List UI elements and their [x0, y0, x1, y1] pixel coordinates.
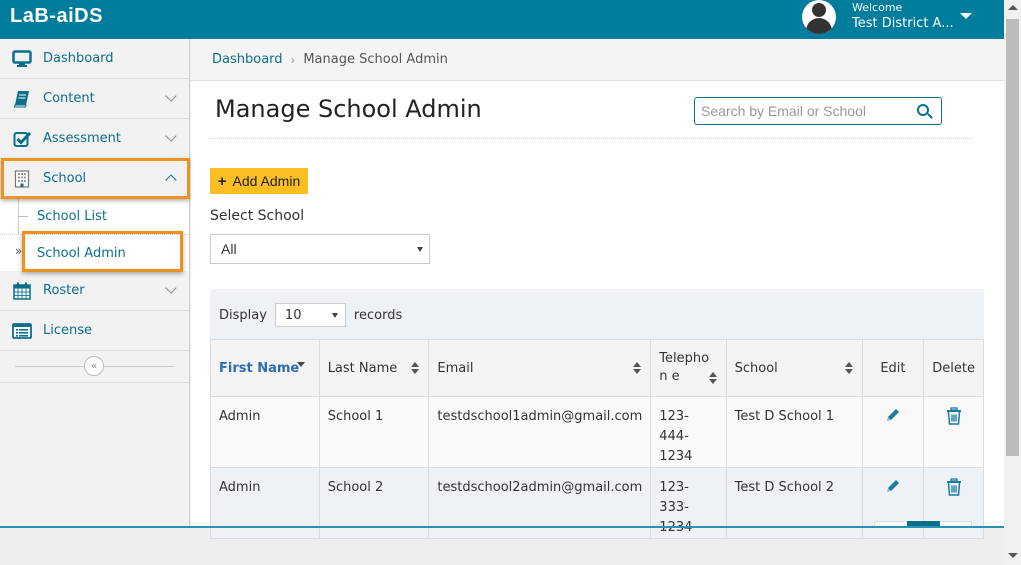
scroll-down-arrow-icon[interactable] — [1008, 553, 1018, 558]
search-icon[interactable] — [917, 104, 929, 116]
school-select[interactable]: All — [210, 234, 430, 264]
add-admin-label: Add Admin — [232, 173, 301, 189]
double-chevron-right-icon: » — [15, 244, 23, 258]
sidebar-subitem-label: School Admin — [37, 245, 126, 261]
sidebar-item-label: School — [43, 171, 87, 186]
cell-last-name: School 1 — [318, 396, 430, 468]
sidebar-item-label: Roster — [43, 283, 85, 298]
welcome-label: Welcome — [852, 1, 903, 14]
sidebar-item-license[interactable]: License — [0, 311, 189, 351]
admin-table: First Name Last Name Email Telephon e Sc… — [210, 339, 984, 539]
search-input[interactable] — [695, 98, 905, 124]
page-length-select[interactable]: 10 — [274, 303, 346, 327]
monitor-icon — [12, 49, 32, 68]
cell-edit — [861, 396, 925, 468]
sort-icon — [844, 362, 853, 374]
sidebar-item-label: Content — [43, 91, 95, 106]
page-length-value: 10 — [284, 307, 302, 323]
sidebar-item-label: Assessment — [43, 131, 121, 146]
cell-email: testdschool1admin@gmail.com — [428, 396, 652, 468]
scroll-up-arrow-icon[interactable] — [1008, 5, 1018, 10]
page-length-control: Display 10 records — [219, 303, 402, 327]
cell-delete — [923, 396, 984, 468]
pencil-icon[interactable] — [885, 407, 901, 430]
admin-table-panel: Display 10 records First Name Last Name … — [210, 289, 984, 539]
cell-first-name: Admin — [210, 396, 320, 468]
logo-text-suffix: iDS — [68, 5, 103, 27]
column-header-edit: Edit — [861, 339, 925, 397]
sidebar-item-roster[interactable]: Roster — [0, 271, 189, 311]
column-header-last-name[interactable]: Last Name — [318, 339, 430, 397]
trash-icon[interactable] — [946, 407, 962, 432]
user-name: Test District A... — [852, 16, 954, 31]
chevron-down-icon — [165, 130, 177, 142]
checkbox-icon — [12, 130, 32, 148]
column-header-email[interactable]: Email — [428, 339, 652, 397]
sort-desc-icon — [296, 362, 305, 367]
calendar-icon — [12, 282, 32, 300]
pencil-icon[interactable] — [885, 478, 901, 501]
cell-telephone: 123-444-1234 — [650, 396, 727, 468]
column-header-delete: Delete — [923, 339, 984, 397]
sort-icon — [633, 362, 642, 374]
sidebar: Dashboard Content Assessment School Scho… — [0, 39, 200, 526]
sort-icon — [708, 372, 717, 384]
chevron-down-icon — [165, 282, 177, 294]
lab-aids-logo[interactable]: LaB-aiDS — [10, 5, 103, 28]
trash-icon[interactable] — [946, 478, 962, 503]
chevron-up-icon — [165, 174, 177, 186]
add-admin-button[interactable]: + Add Admin — [210, 168, 308, 194]
search-box — [694, 97, 942, 125]
sidebar-item-school[interactable]: School — [0, 159, 189, 199]
top-header: LaB-aiDS Welcome Test District A... — [0, 0, 1004, 39]
sidebar-item-dashboard[interactable]: Dashboard — [0, 39, 189, 79]
main-content: Dashboard › Manage School Admin Manage S… — [191, 39, 1004, 539]
breadcrumb-current: Manage School Admin — [303, 52, 448, 67]
breadcrumb: Dashboard › Manage School Admin — [191, 39, 1004, 81]
school-select-value: All — [221, 241, 237, 257]
page-title: Manage School Admin — [215, 95, 482, 123]
column-header-telephone[interactable]: Telephon e — [650, 339, 727, 397]
sidebar-subitem-school-list[interactable]: School List — [0, 199, 189, 235]
breadcrumb-dashboard-link[interactable]: Dashboard — [212, 52, 283, 67]
records-label: records — [353, 307, 403, 323]
sidebar-item-assessment[interactable]: Assessment — [0, 119, 189, 159]
sidebar-subitem-school-admin[interactable]: » School Admin — [0, 235, 200, 271]
caret-down-icon[interactable] — [960, 13, 972, 19]
column-header-first-name[interactable]: First Name — [210, 339, 320, 397]
plus-icon: + — [217, 172, 227, 190]
sidebar-item-content[interactable]: Content — [0, 79, 189, 119]
user-menu[interactable]: Welcome Test District A... — [800, 0, 1000, 39]
scrollbar-thumb[interactable] — [1006, 19, 1019, 456]
avatar — [802, 0, 836, 34]
building-icon — [12, 169, 32, 188]
table-header-row: First Name Last Name Email Telephon e Sc… — [210, 339, 984, 397]
footer-divider — [0, 526, 1004, 528]
dropdown-arrow-icon — [417, 247, 423, 252]
sidebar-subitem-label: School List — [37, 209, 108, 224]
column-header-school[interactable]: School — [725, 339, 863, 397]
school-submenu: School List » School Admin — [0, 199, 200, 271]
list-card-icon — [12, 322, 32, 340]
sidebar-item-label: Dashboard — [43, 51, 114, 66]
sidebar-collapse-row: « — [0, 351, 189, 383]
divider — [210, 138, 972, 139]
chevron-down-icon — [165, 90, 177, 102]
logo-text: LaB-a — [10, 5, 69, 27]
display-label: Display — [219, 307, 267, 323]
dropdown-arrow-icon — [331, 313, 338, 318]
breadcrumb-separator-icon: › — [290, 52, 296, 67]
sidebar-item-label: License — [43, 323, 93, 338]
sort-icon — [411, 362, 420, 374]
collapse-sidebar-button[interactable]: « — [84, 356, 104, 376]
vertical-scrollbar[interactable] — [1004, 0, 1021, 565]
book-icon — [12, 90, 32, 108]
cell-school: Test D School 1 — [725, 396, 863, 468]
select-school-label: Select School — [210, 208, 305, 224]
table-row: Admin School 1 testdschool1admin@gmail.c… — [210, 396, 984, 468]
